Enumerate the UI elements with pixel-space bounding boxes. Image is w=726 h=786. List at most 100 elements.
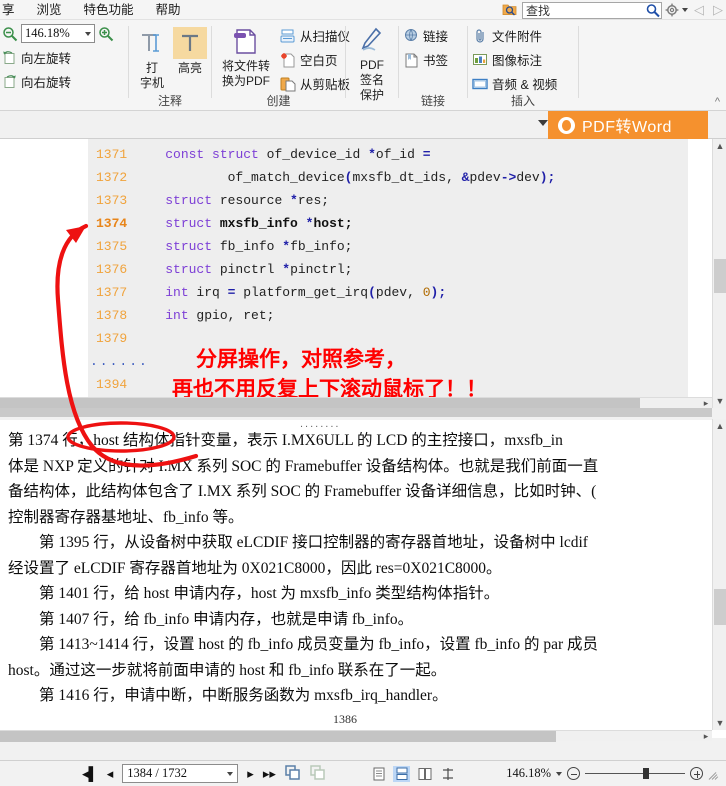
gear-dropdown-caret[interactable]	[682, 8, 688, 12]
view-continuous-button[interactable]	[393, 765, 410, 782]
last-page-button[interactable]: ▸▸	[263, 766, 276, 782]
typewriter-button[interactable]: 打 字机	[131, 26, 173, 90]
document-paragraph: 第 1374 行，host 结构体指针变量，表示 I.MX6ULL 的 LCD …	[8, 432, 563, 449]
code-line-number: 1372	[96, 170, 128, 185]
zoom-chevron-down-icon[interactable]	[556, 771, 562, 776]
code-pane-hscrollbar[interactable]: ▸	[0, 397, 712, 409]
rotate-right-icon	[4, 75, 16, 88]
copy-view-button[interactable]	[285, 764, 301, 783]
highlight-icon-wrap	[169, 26, 211, 60]
code-line-text: of_match_device(mxsfb_dt_ids, &pdev->dev…	[134, 170, 556, 185]
code-line: 1372 of_match_device(mxsfb_dt_ids, &pdev…	[88, 166, 688, 189]
document-pane-vscroll-thumb[interactable]	[714, 589, 726, 625]
link-icon	[405, 28, 417, 41]
audio-video-icon	[472, 78, 488, 89]
rotate-right-button[interactable]: 向右旋转	[2, 72, 71, 91]
highlight-button[interactable]: 高亮	[169, 26, 211, 75]
pdf-to-word-button[interactable]: PDF转Word	[548, 111, 708, 139]
code-line-number: 1377	[96, 285, 128, 300]
blank-page-icon	[281, 52, 295, 67]
menu-bar-right: 查找 ◁ ▷	[502, 0, 726, 20]
zoom-in-button[interactable]	[690, 767, 703, 780]
view-mode-group	[370, 765, 456, 782]
paste-view-button[interactable]	[310, 764, 326, 783]
audio-video-button[interactable]: 音频 & 视频	[472, 74, 557, 93]
typewriter-icon	[131, 26, 173, 60]
pdf-reader-window: 享 浏览 特色功能 帮助 查找 ◁ ▷ 146.18% 向左旋转 向右旋转 打 …	[0, 0, 726, 786]
menu-item-browse[interactable]: 浏览	[26, 0, 73, 20]
document-paragraph: 第 1413~1414 行，设置 host 的 fb_info 成员变量为 fb…	[8, 636, 599, 653]
code-line: 1375 struct fb_info *fb_info;	[88, 235, 688, 258]
ribbon-collapse-icon[interactable]: ^	[715, 96, 720, 108]
menu-item-share[interactable]: 享	[0, 0, 26, 20]
code-line-text: struct mxsfb_info *host;	[165, 216, 353, 231]
zoom-slider[interactable]	[585, 768, 685, 779]
next-page-button[interactable]: ▸	[247, 766, 254, 782]
from-clipboard-button[interactable]: 从剪贴板	[280, 74, 350, 93]
scroll-down-icon[interactable]: ▼	[713, 394, 726, 408]
document-dots-marker: ........	[300, 420, 341, 430]
zoom-out-button[interactable]	[567, 767, 580, 780]
split-view-icon	[442, 767, 453, 780]
code-line: 1376 struct pinctrl *pinctrl;	[88, 258, 688, 281]
zoom-slider-thumb[interactable]	[643, 768, 649, 779]
view-split-button[interactable]	[439, 766, 456, 782]
zoom-in-icon[interactable]	[98, 26, 114, 42]
bookmark-button[interactable]: 书签	[403, 50, 448, 69]
blank-page-button[interactable]: 空白页	[280, 50, 338, 69]
page-navigation-group: ◂▌ ◂ 1384 / 1732 ▸ ▸▸	[82, 764, 326, 783]
zoom-out-icon[interactable]	[2, 26, 18, 42]
link-button[interactable]: 链接	[403, 26, 448, 45]
document-pane: ........ 第 1374 行，host 结构体指针变量，表示 I.MX6U…	[0, 420, 726, 738]
folder-search-icon[interactable]	[502, 3, 517, 17]
first-page-button[interactable]: ◂▌	[82, 766, 98, 782]
nav-back-icon[interactable]: ◁	[691, 2, 707, 18]
code-line-number: ......	[90, 354, 149, 369]
gear-icon[interactable]	[665, 3, 679, 17]
code-line-text: struct resource *res;	[165, 193, 330, 208]
resize-grip-icon[interactable]	[708, 768, 720, 780]
image-annotation-button[interactable]: 图像标注	[472, 50, 542, 69]
document-pane-vscrollbar[interactable]: ▲ ▼	[712, 419, 726, 730]
convert-to-pdf-button[interactable]: 将文件转 换为PDF	[216, 24, 276, 88]
code-line-text: int irq = platform_get_irq(pdev, 0);	[165, 285, 447, 300]
code-pane-vscroll-thumb[interactable]	[714, 259, 726, 293]
prev-page-button[interactable]: ◂	[107, 766, 114, 782]
page-number-combobox[interactable]: 1384 / 1732	[122, 764, 239, 783]
zoom-level-combobox[interactable]: 146.18%	[21, 24, 95, 43]
annotation-text-line1: 分屏操作，对照参考，	[196, 347, 406, 371]
document-pane-hscrollbar[interactable]: ▸	[0, 730, 712, 742]
nav-forward-icon[interactable]: ▷	[710, 2, 726, 18]
ribbon-group-sign: PDF 签名 保护	[346, 20, 398, 111]
doc-scroll-right-icon[interactable]: ▸	[700, 731, 712, 742]
doc-scroll-up-icon[interactable]: ▲	[713, 419, 726, 433]
ribbon-caption-link: 链接	[420, 94, 445, 108]
chevron-down-icon	[85, 31, 91, 36]
code-line-number: 1378	[96, 308, 128, 323]
menu-item-features[interactable]: 特色功能	[73, 0, 145, 20]
document-paragraph: 备结构体，此结构体包含了 I.MX 系列 SOC 的 Framebuffer 设…	[8, 483, 597, 500]
from-scanner-button[interactable]: 从扫描仪	[280, 26, 350, 45]
view-facing-button[interactable]	[416, 766, 433, 782]
page-footer-number: 1386	[333, 712, 357, 726]
ribbon-toolbar: 146.18% 向左旋转 向右旋转 打 字机 高亮 注释 将文件转 换为PDF …	[0, 20, 726, 111]
scanner-icon	[280, 29, 295, 42]
pdf-to-word-dropdown-caret[interactable]	[538, 120, 548, 126]
file-attachment-button[interactable]: 文件附件	[472, 26, 542, 45]
view-single-page-button[interactable]	[370, 766, 387, 782]
code-line: 1377 int irq = platform_get_irq(pdev, 0)…	[88, 281, 688, 304]
scroll-up-icon[interactable]: ▲	[713, 139, 726, 153]
ribbon-separator-6	[578, 26, 579, 98]
code-line-number: 1375	[96, 239, 128, 254]
from-clipboard-label: 从剪贴板	[300, 78, 351, 92]
code-pane-vscrollbar[interactable]: ▲ ▼	[712, 139, 726, 408]
document-pane-hscroll-thumb[interactable]	[0, 731, 556, 742]
split-divider[interactable]	[0, 408, 712, 417]
doc-scroll-down-icon[interactable]: ▼	[713, 716, 726, 730]
menu-item-help[interactable]: 帮助	[145, 0, 192, 20]
find-input[interactable]: 查找	[522, 1, 662, 19]
pdf-sign-button[interactable]: PDF 签名 保护	[350, 23, 394, 102]
pdf-sign-label-line2: 签名	[359, 73, 384, 87]
document-paragraph: 第 1395 行，从设备树中获取 eLCDIF 接口控制器的寄存器首地址，设备树…	[8, 534, 588, 551]
rotate-left-button[interactable]: 向左旋转	[2, 48, 71, 67]
